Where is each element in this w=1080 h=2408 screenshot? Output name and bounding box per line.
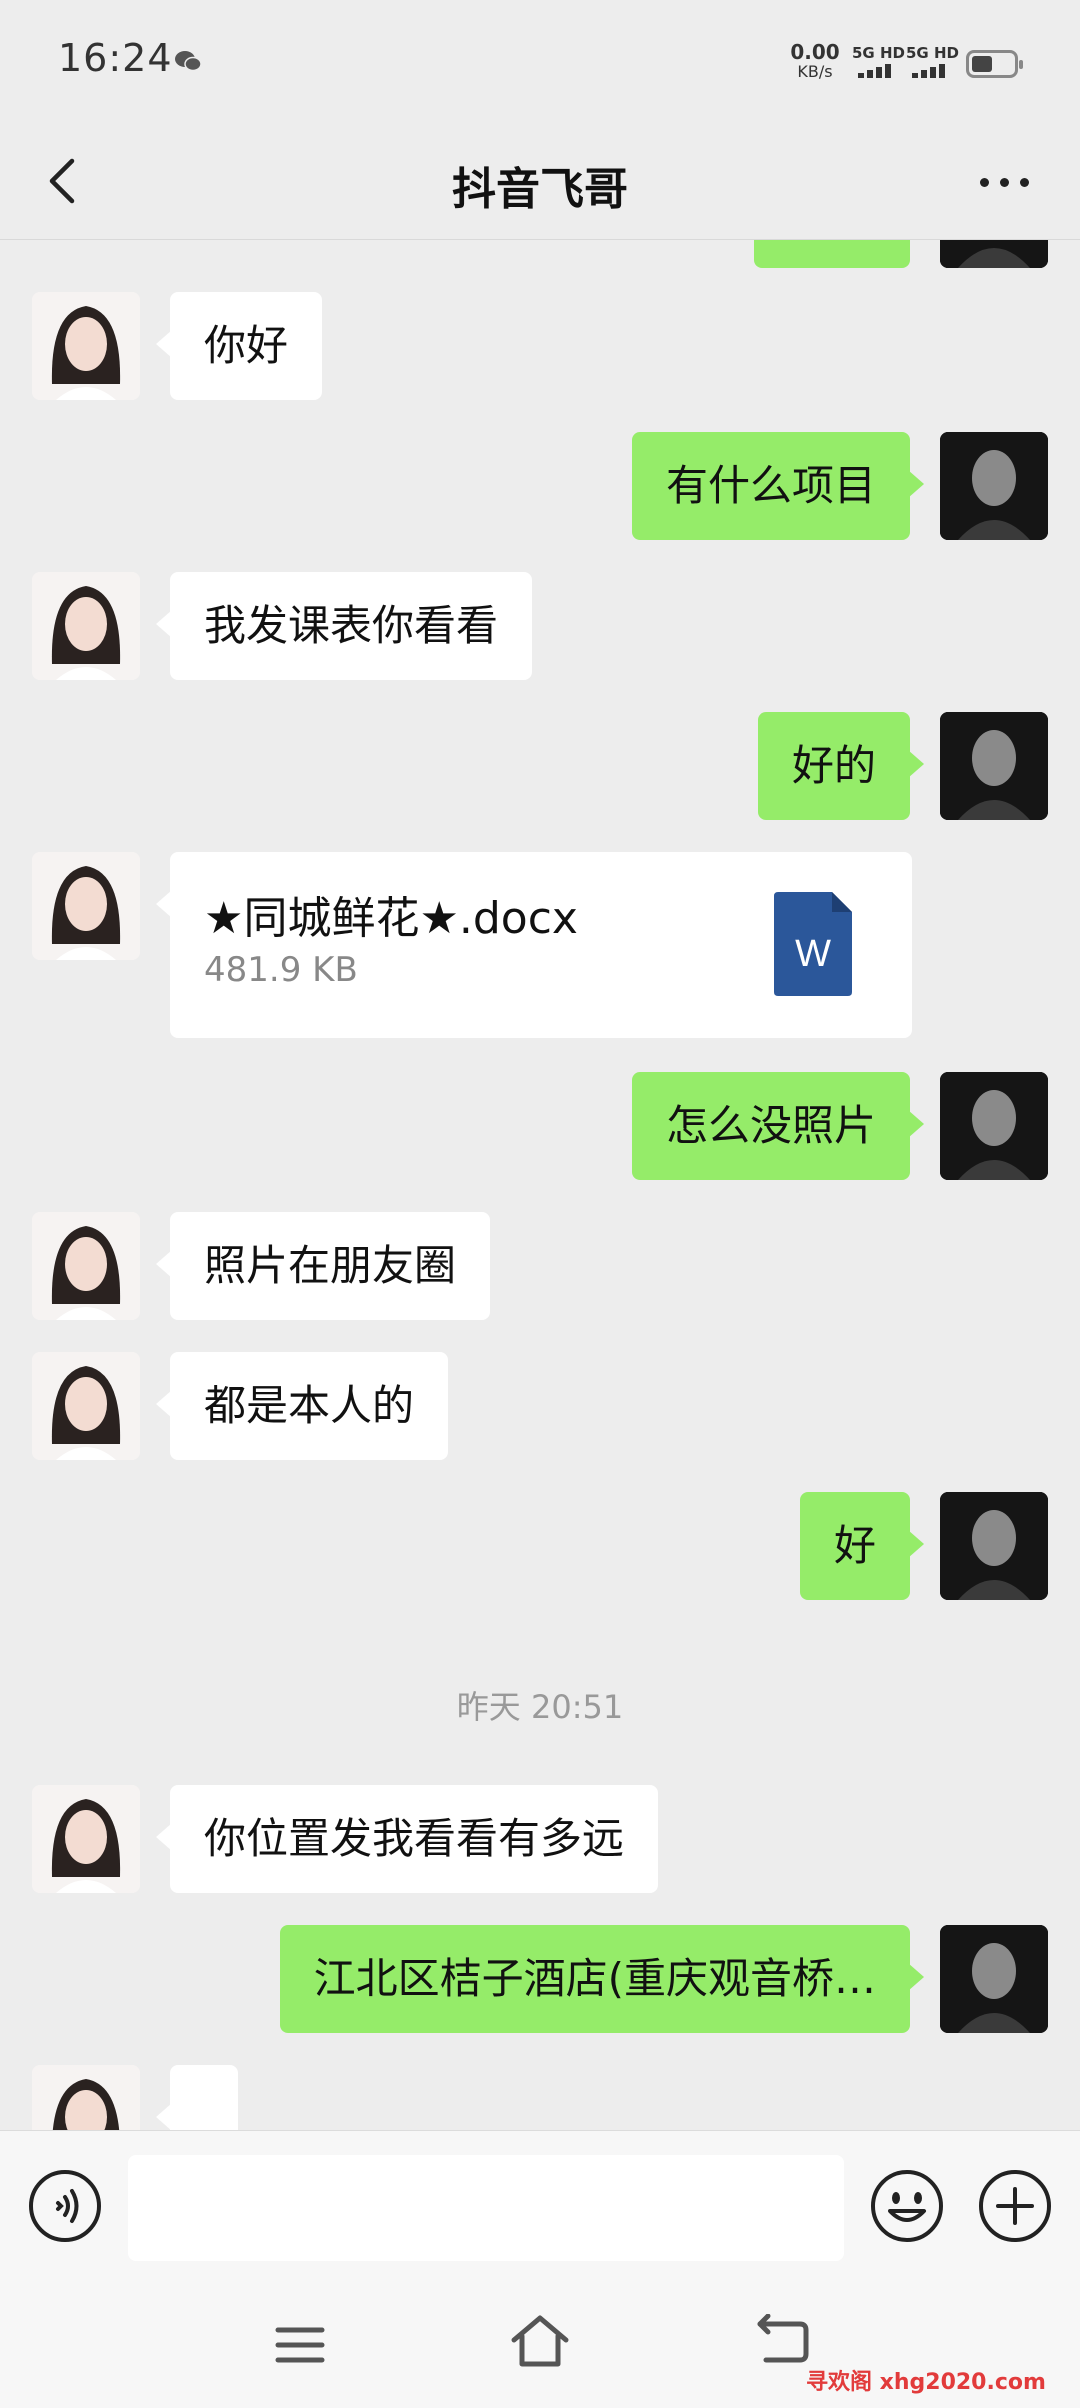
my-avatar[interactable]: [940, 712, 1048, 820]
back-arrow-icon[interactable]: [36, 151, 96, 211]
avatar-image: [32, 852, 140, 960]
chat-title: 抖音飞哥: [452, 164, 628, 215]
status-bar: 16:24 0.00 KB/s 5G HD 5G HD: [0, 0, 1080, 125]
my-avatar[interactable]: [940, 1492, 1048, 1600]
word-document-icon: W: [774, 892, 852, 996]
chat-header: 抖音飞哥: [0, 125, 1080, 240]
avatar-image: [940, 240, 1048, 268]
message-bubble[interactable]: 江北区桔子酒店(重庆观音桥…: [279, 1925, 925, 2033]
sim2-signal: 5G HD: [906, 44, 959, 80]
word-icon-letter: W: [795, 933, 831, 975]
contact-avatar[interactable]: [32, 1212, 140, 1320]
sim2-signal-icon: [912, 64, 952, 78]
my-avatar[interactable]: [940, 1925, 1048, 2033]
message-bubble[interactable]: 好的: [757, 712, 925, 820]
contact-avatar[interactable]: [32, 292, 140, 400]
status-time: 16:24: [58, 36, 173, 80]
avatar-image: [32, 292, 140, 400]
sim1-signal-icon: [858, 64, 898, 78]
avatar-image: [32, 1212, 140, 1320]
back-nav-icon[interactable]: [752, 2314, 812, 2370]
voice-input-icon[interactable]: [28, 2169, 102, 2243]
contact-avatar[interactable]: [32, 1785, 140, 1893]
contact-avatar[interactable]: [32, 852, 140, 960]
file-size: 481.9 KB: [204, 950, 358, 990]
contact-avatar[interactable]: [32, 2065, 140, 2130]
avatar-image: [32, 1785, 140, 1893]
avatar-image: [32, 572, 140, 680]
location-message-bubble[interactable]: [156, 2065, 238, 2130]
my-avatar[interactable]: [940, 432, 1048, 540]
contact-avatar[interactable]: [32, 1352, 140, 1460]
message-bubble[interactable]: 照片在朋友圈: [155, 1212, 491, 1320]
message-bubble[interactable]: 你好: [155, 292, 323, 400]
more-options-icon[interactable]: [970, 151, 1040, 211]
network-speed-unit: KB/s: [797, 62, 833, 81]
message-input-bar: [0, 2130, 1080, 2280]
chat-message-list[interactable]: 你好 有什么项目 我发课表你看看 好的 ★同城鲜花★.docx 481.9 KB…: [0, 240, 1080, 2130]
wechat-notification-icon: [175, 51, 202, 72]
message-bubble[interactable]: 有什么项目: [631, 432, 925, 540]
emoji-icon[interactable]: [870, 2169, 944, 2243]
avatar-image: [940, 1492, 1048, 1600]
more-functions-plus-icon[interactable]: [978, 2169, 1052, 2243]
my-avatar[interactable]: [940, 240, 1048, 268]
message-bubble[interactable]: 都是本人的: [155, 1352, 449, 1460]
sim1-signal: 5G HD: [852, 44, 905, 80]
sim2-label: 5G HD: [906, 44, 959, 62]
recent-apps-menu-icon[interactable]: [270, 2320, 330, 2370]
message-bubble[interactable]: 你位置发我看看有多远: [155, 1785, 659, 1893]
avatar-image: [940, 712, 1048, 820]
avatar-image: [32, 2065, 140, 2130]
file-name: ★同城鲜花★.docx: [204, 893, 578, 944]
my-avatar[interactable]: [940, 1072, 1048, 1180]
sim1-label: 5G HD: [852, 44, 905, 62]
contact-avatar[interactable]: [32, 572, 140, 680]
avatar-image: [940, 1072, 1048, 1180]
message-bubble[interactable]: 好: [799, 1492, 925, 1600]
battery-icon: [966, 50, 1023, 78]
avatar-image: [940, 432, 1048, 540]
file-message-card[interactable]: ★同城鲜花★.docx 481.9 KB W: [156, 852, 912, 1038]
network-speed-value: 0.00: [790, 40, 840, 64]
network-speed: 0.00 KB/s: [786, 42, 844, 82]
message-bubble[interactable]: 怎么没照片: [631, 1072, 925, 1180]
message-bubble-partial[interactable]: [754, 240, 910, 268]
home-icon[interactable]: [508, 2312, 572, 2372]
message-bubble[interactable]: 我发课表你看看: [155, 572, 533, 680]
watermark: 寻欢阁 xhg2020.com: [806, 2370, 1046, 2395]
time-divider: 昨天 20:51: [456, 1688, 624, 1726]
avatar-image: [32, 1352, 140, 1460]
message-text-input[interactable]: [128, 2155, 844, 2261]
avatar-image: [940, 1925, 1048, 2033]
